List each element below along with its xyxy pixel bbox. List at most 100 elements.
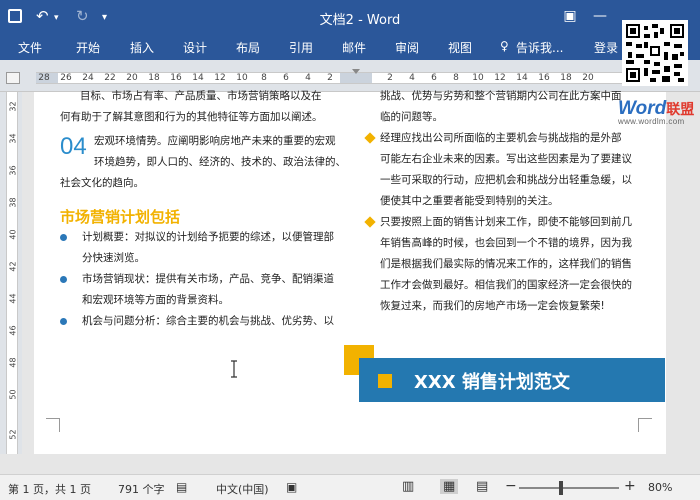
undo-icon[interactable]: ↶ xyxy=(36,7,49,25)
zoom-slider-thumb[interactable] xyxy=(559,481,563,495)
logo-cn: 联盟 xyxy=(666,101,695,117)
zoom-level[interactable]: 80% xyxy=(648,481,672,494)
vruler-number: 46 xyxy=(8,325,18,336)
crop-mark xyxy=(46,418,60,432)
ribbon-tabs: 文件 开始 插入 设计 布局 引用 邮件 审阅 视图 ♀ 告诉我... 登录 xyxy=(0,34,700,60)
page-count[interactable]: 第 1 页，共 1 页 xyxy=(8,481,91,497)
save-icon[interactable] xyxy=(8,9,22,23)
tab-references[interactable]: 引用 xyxy=(289,39,313,56)
ruler-tick: 14 xyxy=(192,73,204,83)
undo-dropdown-icon[interactable]: ▾ xyxy=(54,9,59,27)
logo-word: Word xyxy=(618,98,667,119)
tab-insert[interactable]: 插入 xyxy=(130,39,154,56)
ruler-tick: 6 xyxy=(431,73,437,83)
vertical-ruler[interactable]: 32 34 36 38 40 42 44 46 48 50 52 xyxy=(0,92,22,454)
sign-in-link[interactable]: 登录 xyxy=(594,39,618,56)
zoom-slider[interactable] xyxy=(519,487,619,489)
language[interactable]: 中文(中国) xyxy=(216,481,269,497)
title-bar: ↶ ▾ ↻ ▾ 文档2 - Word ▣ — xyxy=(0,0,700,34)
vruler-number: 40 xyxy=(8,229,18,240)
word-count[interactable]: 791 个字 xyxy=(118,481,165,497)
banner-title: XXX 销售计划范文 xyxy=(414,372,570,393)
web-layout-icon[interactable]: ▤ xyxy=(476,479,488,494)
ruler-tick: 28 xyxy=(38,73,50,83)
left-column: 目标、市场占有率、产品质量、市场营销策略以及在 何有助于了解其意图和行为的其他特… xyxy=(60,90,346,332)
list-item: 市场营销现状：提供有关市场，产品、竞争、配销渠道 和宏观环境等方面的背景资料。 xyxy=(60,269,346,311)
paragraph-line: 宏观环境情势。应阐明影响房地产未来的重要的宏观 xyxy=(94,135,336,147)
watermark-logo: Word联盟 www.wordlm.com xyxy=(618,98,700,126)
tab-view[interactable]: 视图 xyxy=(448,39,472,56)
diamond-bullet-icon xyxy=(364,216,376,228)
ruler-tick: 20 xyxy=(582,73,594,83)
ruler-tick: 8 xyxy=(261,73,267,83)
print-layout-icon[interactable]: ▦ xyxy=(440,479,459,494)
minimize-button[interactable]: — xyxy=(590,6,610,26)
tab-selector-icon[interactable] xyxy=(6,72,20,84)
window-title: 文档2 - Word xyxy=(319,13,401,28)
paragraph-line: 临的问题等。 xyxy=(380,111,443,123)
ruler-tick: 18 xyxy=(560,73,572,83)
document-page[interactable]: 目标、市场占有率、产品质量、市场营销策略以及在 何有助于了解其意图和行为的其他特… xyxy=(34,90,666,454)
vruler-number: 52 xyxy=(8,429,18,440)
redo-icon[interactable]: ↻ xyxy=(76,7,89,25)
paragraph-line: 环境趋势，即人口的、经济的、技术的、政治法律的、 xyxy=(94,156,346,168)
list-item-text: 一些可采取的行动，应把机会和挑战分出轻重急缓，以 xyxy=(380,174,632,186)
qr-code-icon xyxy=(622,20,688,86)
ruler-tick: 26 xyxy=(60,73,72,83)
logo-url: www.wordlm.com xyxy=(618,117,685,126)
list-item-text: 们是根据我们最实际的情况来工作的，这样我们的销售 xyxy=(380,258,632,270)
right-column: 挑战、优势与劣势和整个营销期内公司在此方案中面 临的问题等。 经理应找出公司所面… xyxy=(364,90,642,317)
tab-layout[interactable]: 布局 xyxy=(236,39,260,56)
bullet-icon xyxy=(60,234,67,241)
list-item-text: 经理应找出公司所面临的主要机会与挑战指的是外部 xyxy=(380,132,622,144)
vruler-number: 44 xyxy=(8,293,18,304)
tell-me-search[interactable]: 告诉我... xyxy=(516,39,563,56)
tab-mailings[interactable]: 邮件 xyxy=(342,39,366,56)
list-item: 经理应找出公司所面临的主要机会与挑战指的是外部 可能左右企业未来的因素。写出这些… xyxy=(364,128,642,212)
ruler-tick: 16 xyxy=(538,73,550,83)
paragraph-line: 社会文化的趋向。 xyxy=(60,177,144,189)
tab-home[interactable]: 开始 xyxy=(76,39,100,56)
crop-mark xyxy=(638,418,652,432)
ruler-tick: 2 xyxy=(327,73,333,83)
list-item-text: 计划概要：对拟议的计划给予扼要的综述，以便管理部 xyxy=(82,231,334,243)
tab-review[interactable]: 审阅 xyxy=(395,39,419,56)
list-item-text: 可能左右企业未来的因素。写出这些因素是为了要建议 xyxy=(380,153,632,165)
list-item-text: 年销售高峰的时候，也会回到一个不错的境界，因为我 xyxy=(380,237,632,249)
ruler-tick: 12 xyxy=(214,73,226,83)
list-item-text: 分快速浏览。 xyxy=(82,252,145,264)
ruler-tick: 10 xyxy=(236,73,248,83)
proofing-icon[interactable]: ▤ xyxy=(176,480,187,494)
list-item-text: 机会与问题分析：综合主要的机会与挑战、优劣势、以 xyxy=(82,315,334,327)
ruler-tick: 8 xyxy=(453,73,459,83)
section-heading: 市场营销计划包括 xyxy=(60,208,181,226)
zoom-in-button[interactable]: + xyxy=(624,478,636,494)
text-cursor-icon xyxy=(231,360,237,378)
ruler-tick: 16 xyxy=(170,73,182,83)
ruler-tick: 22 xyxy=(104,73,116,83)
bullet-icon xyxy=(60,276,67,283)
indent-marker-icon[interactable] xyxy=(352,69,360,74)
tab-design[interactable]: 设计 xyxy=(183,39,207,56)
vruler-number: 36 xyxy=(8,165,18,176)
vruler-number: 34 xyxy=(8,133,18,144)
read-mode-icon[interactable]: ▥ xyxy=(402,479,414,494)
ruler-tick: 14 xyxy=(516,73,528,83)
list-item-text: 市场营销现状：提供有关市场，产品、竞争、配销渠道 xyxy=(82,273,334,285)
ruler-tick: 4 xyxy=(305,73,311,83)
ruler-column-gap xyxy=(340,73,372,83)
ruler-tick: 24 xyxy=(82,73,94,83)
paragraph-line: 目标、市场占有率、产品质量、市场营销策略以及在 xyxy=(80,90,322,102)
ribbon-display-icon[interactable]: ▣ xyxy=(560,6,580,26)
ruler-tick: 2 xyxy=(387,73,393,83)
item-number: 04 xyxy=(60,133,87,160)
diamond-bullet-icon xyxy=(364,132,376,144)
ruler-tick: 10 xyxy=(472,73,484,83)
macro-record-icon[interactable]: ▣ xyxy=(286,480,297,494)
ruler-tick: 18 xyxy=(148,73,160,83)
customize-toolbar-icon[interactable]: ▾ xyxy=(102,9,107,27)
zoom-out-button[interactable]: − xyxy=(505,478,517,494)
tab-file[interactable]: 文件 xyxy=(18,39,42,56)
banner-decor-square xyxy=(378,374,392,388)
lightbulb-icon[interactable]: ♀ xyxy=(500,39,509,53)
